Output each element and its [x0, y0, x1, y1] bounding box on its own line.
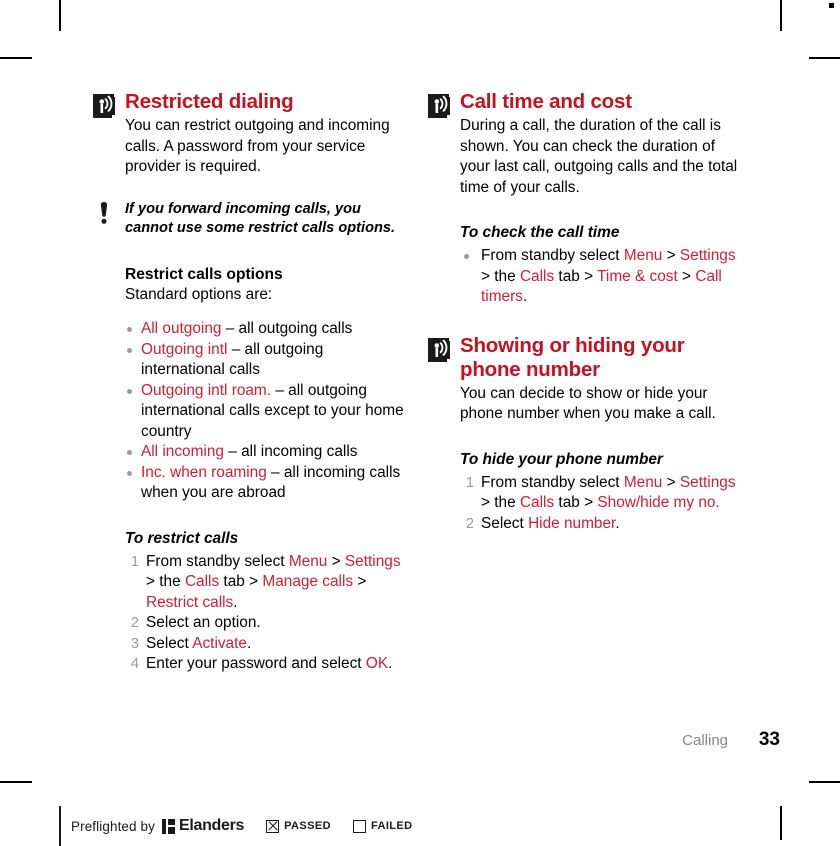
- manual-page: Restricted dialing You can restrict outg…: [0, 0, 840, 840]
- menu-path-token: Restrict calls: [146, 593, 234, 611]
- preflight-failed-label: FAILED: [370, 820, 413, 832]
- section-title: Showing or hiding your phone number: [460, 333, 685, 381]
- menu-path-token: Show/hide my no.: [597, 494, 720, 511]
- step-text: >: [662, 247, 680, 264]
- menu-path-token: Hide number: [528, 514, 616, 532]
- option-description: – all incoming calls: [223, 443, 358, 460]
- menu-path-token: Calls: [519, 267, 555, 285]
- note-callout: If you forward incoming calls, you canno…: [93, 200, 411, 238]
- option-term: All incoming: [141, 443, 224, 460]
- footer-chapter-name: Calling: [682, 732, 728, 749]
- option-term: Outgoing intl roam.: [141, 381, 272, 399]
- step-item: Select an option.: [125, 613, 411, 634]
- menu-path-token: Settings: [679, 473, 736, 491]
- preflight-failed-check[interactable]: FAILED: [352, 819, 413, 833]
- step-text: tab >: [219, 573, 263, 590]
- to-check-call-time-steps: From standby select Menu > Settings > th…: [428, 246, 746, 308]
- step-text: >: [677, 267, 696, 285]
- step-text: Select: [481, 514, 529, 532]
- preflight-passed-check[interactable]: PASSED: [266, 819, 331, 833]
- step-text: Select an option.: [146, 614, 261, 631]
- list-item: All outgoing – all outgoing calls: [125, 319, 411, 340]
- step-item: From standby select Menu > Settings > th…: [460, 473, 746, 514]
- step-text: tab >: [554, 267, 598, 285]
- preflight-passed-label: PASSED: [284, 820, 331, 832]
- page-number: 33: [758, 729, 780, 750]
- option-term: All outgoing: [141, 320, 222, 337]
- menu-path-token: Menu: [623, 247, 663, 264]
- right-column: Call time and cost During a call, the du…: [428, 90, 746, 534]
- step-text: Enter your password and select: [146, 655, 366, 672]
- menu-path-token: OK: [365, 655, 389, 672]
- list-item: Outgoing intl – all outgoing internation…: [125, 340, 411, 381]
- step-text: >: [353, 573, 367, 590]
- restrict-calls-options-list: All outgoing – all outgoing calls Outgoin…: [93, 319, 411, 504]
- step-text: > the: [481, 267, 520, 285]
- step-text: From standby select: [481, 473, 624, 491]
- section-restricted-dialing: Restricted dialing You can restrict outg…: [93, 90, 411, 178]
- option-term: Outgoing intl: [141, 340, 228, 358]
- radio-waves-icon: [428, 337, 452, 362]
- step-item: Select Hide number.: [460, 514, 746, 535]
- radio-waves-icon: [428, 94, 452, 118]
- exclamation-icon: [99, 201, 109, 224]
- step-item: From standby select Menu > Settings > th…: [125, 552, 411, 614]
- to-check-call-time-heading: To check the call time: [460, 224, 620, 241]
- menu-path-token: Calls: [519, 494, 555, 511]
- page-footer: Calling 33: [0, 729, 780, 751]
- section-title: Call time and cost: [460, 90, 632, 113]
- step-item: Select Activate.: [125, 634, 411, 655]
- restrict-calls-options-lead: Standard options are:: [125, 285, 273, 303]
- elanders-logo-icon: [161, 818, 175, 834]
- list-item: Inc. when roaming – all incoming calls w…: [125, 463, 411, 504]
- section-call-time-and-cost: Call time and cost During a call, the du…: [428, 90, 746, 308]
- step-text: Select: [146, 634, 193, 652]
- section-show-hide-number: Showing or hiding your phone number You …: [428, 334, 746, 535]
- restrict-calls-options-heading: Restrict calls options: [125, 265, 283, 283]
- to-restrict-calls-heading: To restrict calls: [125, 529, 239, 547]
- list-item: All incoming – all incoming calls: [125, 442, 411, 463]
- section-body: You can restrict outgoing and incoming c…: [125, 117, 390, 175]
- preflight-brand-label: Elanders: [178, 817, 245, 834]
- radio-waves-icon: [93, 94, 117, 118]
- section-body: During a call, the duration of the call …: [460, 117, 738, 196]
- checkbox-unchecked-icon[interactable]: [352, 819, 366, 833]
- step-text: From standby select: [481, 247, 624, 264]
- menu-path-token: Calls: [184, 573, 220, 590]
- to-hide-phone-number-heading: To hide your phone number: [460, 450, 663, 468]
- menu-path-token: Settings: [344, 552, 401, 570]
- preflight-stamp: Preflighted by Elanders PASSED FAILED: [59, 806, 412, 846]
- step-text: .: [246, 634, 252, 652]
- menu-path-token: Settings: [679, 247, 736, 264]
- menu-path-token: Menu: [288, 552, 328, 570]
- menu-path-token: Activate: [192, 634, 247, 652]
- option-description: – all outgoing calls: [221, 320, 353, 337]
- step-text: >: [327, 552, 345, 570]
- step-text: > the: [481, 494, 520, 511]
- step-text: .: [233, 593, 238, 611]
- step-text: From standby select: [146, 552, 289, 570]
- step-text: .: [615, 514, 620, 532]
- step-text: >: [662, 473, 680, 491]
- note-text: If you forward incoming calls, you canno…: [125, 200, 396, 236]
- preflight-prefix-label: Preflighted by: [71, 818, 155, 834]
- menu-path-token: Menu: [623, 473, 663, 491]
- step-text: > the: [146, 573, 185, 590]
- step-item: From standby select Menu > Settings > th…: [460, 246, 746, 308]
- menu-path-token: Manage calls: [262, 573, 354, 590]
- option-term: Inc. when roaming: [141, 463, 267, 481]
- list-item: Outgoing intl roam. – all outgoing inter…: [125, 381, 411, 443]
- step-text: .: [522, 288, 528, 305]
- step-text: .: [388, 655, 393, 672]
- section-body: You can decide to show or hide your phon…: [460, 384, 716, 423]
- checkbox-checked-icon[interactable]: [266, 819, 280, 833]
- left-column: Restricted dialing You can restrict outg…: [93, 90, 411, 675]
- to-restrict-calls-steps: From standby select Menu > Settings > th…: [93, 552, 411, 675]
- to-hide-phone-number-steps: From standby select Menu > Settings > th…: [428, 473, 746, 535]
- step-text: tab >: [554, 494, 598, 511]
- step-item: Enter your password and select OK.: [125, 654, 411, 675]
- section-title: Restricted dialing: [125, 90, 294, 113]
- menu-path-token: Time & cost: [597, 267, 678, 285]
